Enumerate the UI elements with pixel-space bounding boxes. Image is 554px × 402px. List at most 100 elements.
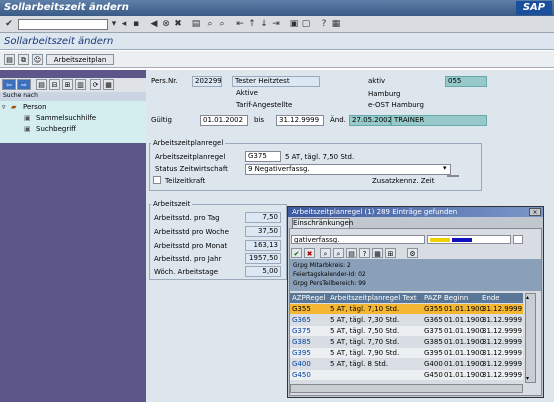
table-row[interactable]: G395 5 AT, tägl. 7,90 Std. G395 01.01.19…: [290, 348, 523, 358]
changed-by: TRAINER: [391, 115, 487, 126]
cancel-icon[interactable]: ✖: [304, 248, 315, 258]
az-row-value[interactable]: 5,00: [245, 266, 281, 277]
save-icon[interactable]: ▪: [130, 18, 142, 30]
meta-line: Grpg Mitarbkreis: 2: [293, 262, 351, 269]
popup-input-small[interactable]: [513, 235, 523, 244]
tab-einschraenkungen[interactable]: Einschränkungen: [292, 218, 353, 228]
row-code: G355: [292, 305, 311, 313]
row-pazp: G400: [424, 360, 443, 368]
table-row[interactable]: G450 G450 01.01.1900 31.12.9999: [290, 370, 523, 380]
persnr-field[interactable]: 202299: [192, 76, 222, 87]
filter-icon[interactable]: ⊟: [49, 79, 60, 90]
sort-icon[interactable]: ⊞: [385, 248, 396, 258]
search-header: Suche nach: [0, 92, 146, 101]
column-header[interactable]: Arbeitszeitplanregel Text: [330, 293, 417, 303]
org-icon: ▣: [24, 114, 31, 122]
settings-icon[interactable]: ⚙: [407, 248, 418, 258]
back-icon[interactable]: ◀: [148, 18, 160, 30]
table-row[interactable]: G355 5 AT, tägl. 7,10 Std. G355 01.01.19…: [290, 304, 523, 314]
search-tree: ▿ ▰ Person ▣ Sammelsuchhilfe ▣ Suchbegri…: [0, 101, 146, 143]
row-end: 31.12.9999: [482, 349, 523, 357]
prev-page-icon[interactable]: ↑: [246, 18, 258, 30]
arrow-left-icon[interactable]: ⇦: [2, 79, 16, 90]
layout-icon[interactable]: ▦: [330, 18, 342, 30]
zusatz-field[interactable]: [447, 175, 459, 177]
teilzeit-label: Teilzeitkraft: [165, 177, 206, 185]
last-page-icon[interactable]: ⇥: [270, 18, 282, 30]
overview-icon[interactable]: ▤: [4, 54, 15, 65]
detail-icon[interactable]: ▥: [75, 79, 86, 90]
status-tw-field[interactable]: 9 Negativerfassg.: [245, 164, 451, 175]
new-session-icon[interactable]: ▣: [288, 18, 300, 30]
row-text: 5 AT, tägl. 7,30 Std.: [330, 316, 400, 324]
az-row-value[interactable]: 163,13: [245, 240, 281, 251]
help-icon[interactable]: ?: [359, 248, 370, 258]
azp-rule-field[interactable]: G375: [245, 151, 281, 162]
table-row[interactable]: G375 5 AT, tägl. 7,50 Std. G375 01.01.19…: [290, 326, 523, 336]
vertical-scrollbar[interactable]: [525, 293, 536, 383]
person-icon[interactable]: ☺: [32, 54, 43, 65]
first-page-icon[interactable]: ⇤: [234, 18, 246, 30]
tree-item-person[interactable]: Person: [23, 103, 47, 111]
enter-icon[interactable]: ✔: [3, 18, 15, 30]
close-icon[interactable]: ×: [529, 208, 541, 216]
table-row[interactable]: G400 5 AT, tägl. 8 Std. G400 01.01.1900 …: [290, 359, 523, 369]
refresh-icon[interactable]: ⟳: [90, 79, 101, 90]
filter-field[interactable]: gativerfassg.: [291, 235, 425, 244]
row-begin: 01.01.1900: [444, 316, 485, 324]
column-header[interactable]: Ende: [482, 293, 500, 303]
horizontal-scrollbar[interactable]: [290, 384, 523, 393]
tree-expand-icon[interactable]: ▿: [2, 103, 6, 111]
work-schedule-button[interactable]: Arbeitszeitplan: [46, 54, 114, 65]
command-field[interactable]: [18, 19, 108, 30]
valid-from-field[interactable]: 01.01.2002: [200, 115, 248, 126]
column-header[interactable]: Beginn: [444, 293, 468, 303]
print-icon[interactable]: ▦: [372, 248, 383, 258]
list-icon[interactable]: ▤: [346, 248, 357, 258]
row-code: G450: [292, 371, 311, 379]
table-row[interactable]: G365 5 AT, tägl. 7,30 Std. G365 01.01.19…: [290, 315, 523, 325]
dropdown-icon[interactable]: ▾: [443, 164, 447, 172]
sort-icon[interactable]: ⊞: [62, 79, 73, 90]
exit-icon[interactable]: ⊗: [160, 18, 172, 30]
column-header[interactable]: PAZP: [424, 293, 442, 303]
next-page-icon[interactable]: ↓: [258, 18, 270, 30]
teilzeit-checkbox[interactable]: [153, 176, 161, 184]
row-pazp: G395: [424, 349, 443, 357]
az-row-label: Arbeitsstd. pro Tag: [154, 214, 220, 222]
accept-icon[interactable]: ✔: [291, 248, 302, 258]
az-row-value[interactable]: 7,50: [245, 212, 281, 223]
az-row-value[interactable]: 1957,50: [245, 253, 281, 264]
persnr-label: Pers.Nr.: [151, 77, 178, 85]
shortcut-icon[interactable]: ▢: [300, 18, 312, 30]
scroll-up-icon[interactable]: ▴: [526, 294, 529, 301]
row-code: G400: [292, 360, 311, 368]
tree-item-suchbegriff[interactable]: Suchbegriff: [36, 125, 76, 133]
cancel-icon[interactable]: ✖: [172, 18, 184, 30]
arrow-right-icon[interactable]: ⇨: [17, 79, 31, 90]
az-row-value[interactable]: 37,50: [245, 226, 281, 237]
az-row-label: Arbeitsstd. pro Jahr: [154, 255, 222, 263]
table-icon[interactable]: ▦: [103, 79, 114, 90]
copy-icon[interactable]: ⧉: [18, 54, 29, 65]
row-begin: 01.01.1900: [444, 349, 485, 357]
valid-to-field[interactable]: 31.12.9999: [276, 115, 324, 126]
back-arrow-icon[interactable]: ◂: [118, 18, 130, 30]
list-icon[interactable]: ▤: [36, 79, 47, 90]
row-begin: 01.01.1900: [444, 371, 485, 379]
tree-item-sammelsuchhilfe[interactable]: Sammelsuchhilfe: [36, 114, 96, 122]
column-header[interactable]: AZPRegel: [292, 293, 325, 303]
help-icon[interactable]: ?: [318, 18, 330, 30]
person-folder-icon: ▰: [11, 103, 17, 111]
row-code: G395: [292, 349, 311, 357]
search-icon[interactable]: ⌕: [320, 248, 331, 258]
print-icon[interactable]: ▤: [190, 18, 202, 30]
row-begin: 01.01.1900: [444, 338, 485, 346]
scroll-down-icon[interactable]: ▾: [526, 375, 529, 382]
bis-label: bis: [254, 116, 265, 124]
row-text: 5 AT, tägl. 7,50 Std.: [330, 327, 400, 335]
find-icon[interactable]: ⌕: [204, 18, 216, 30]
search-more-icon[interactable]: ⌕: [333, 248, 344, 258]
find-next-icon[interactable]: ⌕: [216, 18, 228, 30]
table-row[interactable]: G385 5 AT, tägl. 7,70 Std. G385 01.01.19…: [290, 337, 523, 347]
